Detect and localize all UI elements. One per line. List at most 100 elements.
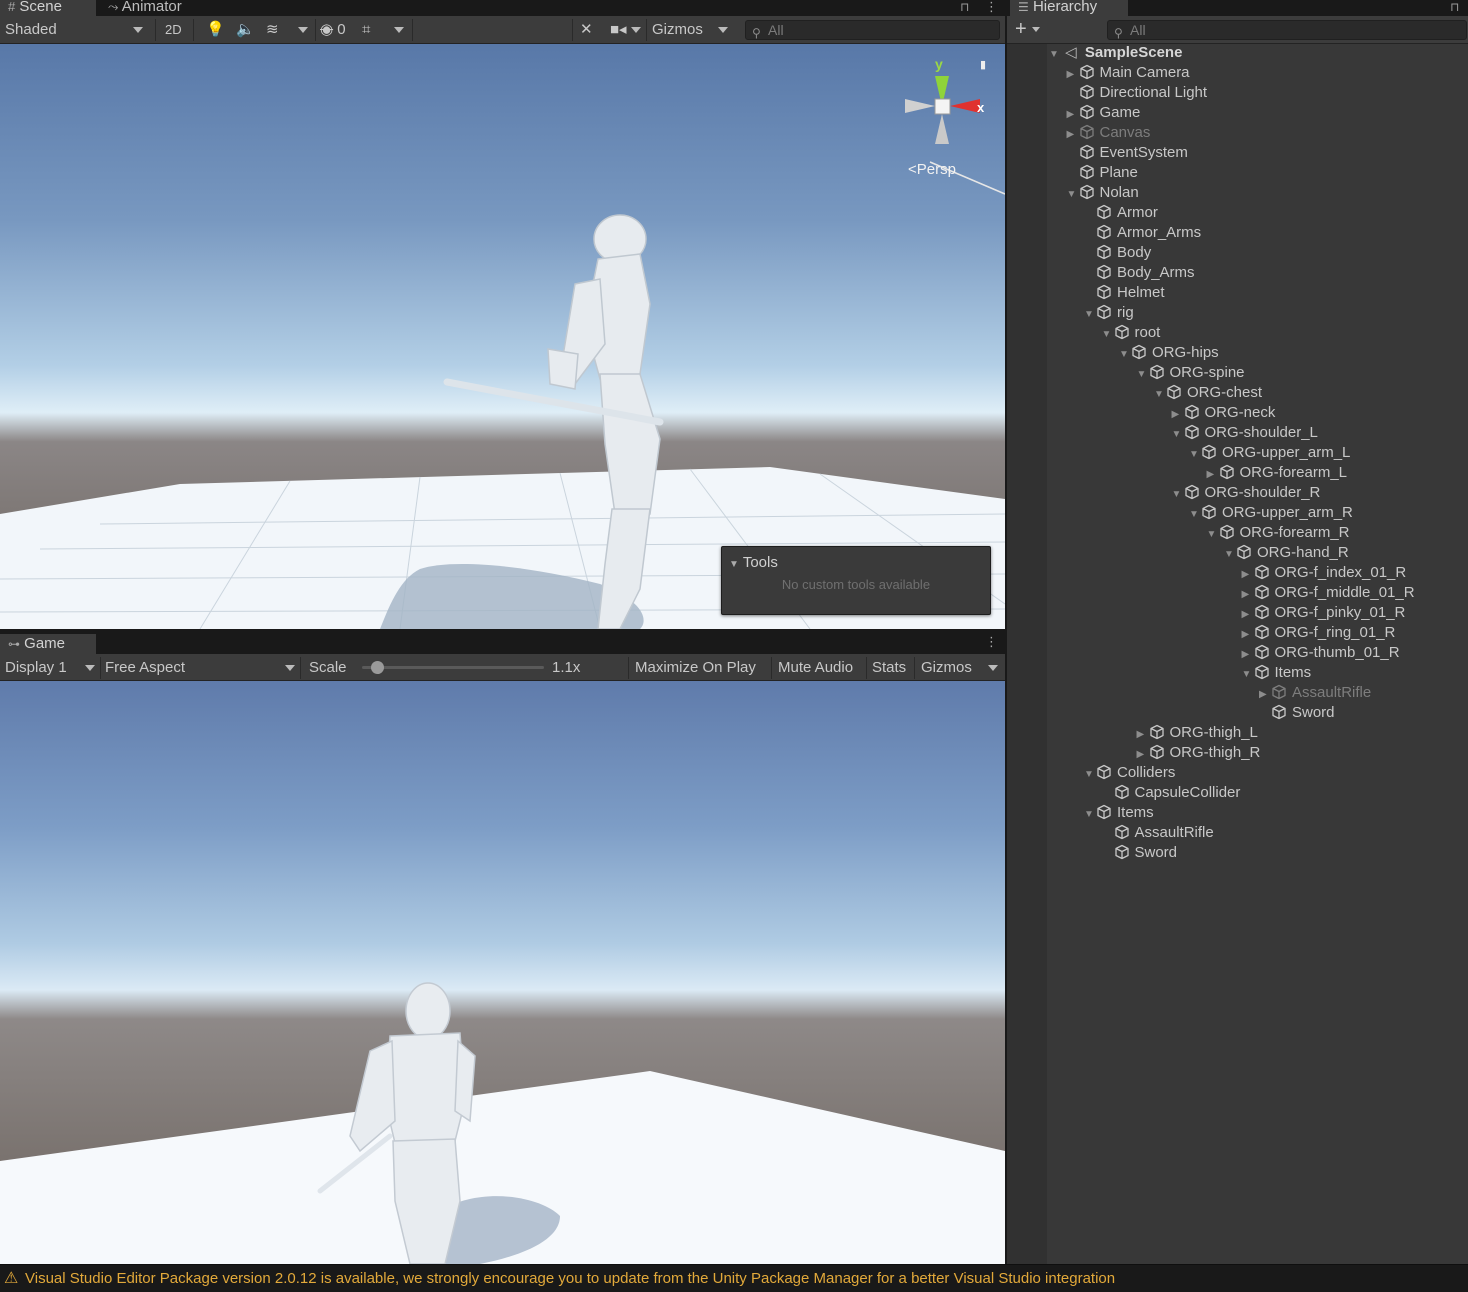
hierarchy-item[interactable]: ▼ ORG-shoulder_L [1172, 423, 1318, 443]
effects-toggle[interactable]: ≋ [266, 16, 279, 43]
scale-slider[interactable] [362, 661, 544, 674]
lock-icon[interactable]: ⊓ [1450, 0, 1459, 14]
hierarchy-item[interactable]: Directional Light [1067, 83, 1207, 103]
hierarchy-item[interactable]: Armor [1084, 203, 1158, 223]
collapse-triangle-icon[interactable]: ▶ [1207, 465, 1219, 485]
hierarchy-item[interactable]: ▼ ORG-upper_arm_L [1189, 443, 1350, 463]
hierarchy-item[interactable]: ▶ ORG-thigh_L [1137, 723, 1258, 743]
expand-triangle-icon[interactable]: ▼ [1172, 485, 1184, 505]
expand-triangle-icon[interactable]: ▼ [1172, 425, 1184, 445]
hierarchy-item[interactable]: Sword [1102, 843, 1177, 863]
hierarchy-item[interactable]: ▼ Items [1242, 663, 1312, 683]
panel-menu-icon[interactable]: ⋮ [985, 634, 998, 650]
projection-toggle[interactable]: <Persp [908, 161, 956, 178]
hierarchy-item[interactable]: ▼ ORG-hips [1119, 343, 1219, 363]
scene-search-input[interactable]: ⚲ All [745, 20, 1000, 40]
expand-triangle-icon[interactable]: ▼ [1049, 45, 1061, 65]
collapse-triangle-icon[interactable]: ▶ [1242, 585, 1254, 605]
game-viewport[interactable] [0, 681, 1005, 1264]
hierarchy-item[interactable]: ▼ root [1102, 323, 1161, 343]
expand-triangle-icon[interactable]: ▼ [1084, 305, 1096, 325]
toggle-2d-button[interactable]: 2D [165, 16, 182, 43]
expand-triangle-icon[interactable]: ▼ [1119, 345, 1131, 365]
display-dropdown[interactable]: Display 1 [5, 654, 97, 681]
hierarchy-item[interactable]: ▶ ORG-f_middle_01_R [1242, 583, 1415, 603]
collapse-triangle-icon[interactable]: ▶ [1067, 125, 1079, 145]
hierarchy-item[interactable]: ▼ Colliders [1084, 763, 1175, 783]
expand-triangle-icon[interactable]: ▼ [1067, 185, 1079, 205]
hierarchy-item[interactable]: ▶ Canvas [1067, 123, 1151, 143]
expand-triangle-icon[interactable]: ▼ [1102, 325, 1114, 345]
shading-mode-dropdown[interactable]: Shaded [5, 16, 147, 43]
status-bar[interactable]: ⚠ Visual Studio Editor Package version 2… [0, 1264, 1468, 1292]
scene-visibility-toggle[interactable]: ◉ 0 [320, 16, 346, 43]
hierarchy-item[interactable]: ▶ ORG-forearm_L [1207, 463, 1348, 483]
tools-overlay-header[interactable]: ▼ Tools [729, 554, 778, 571]
collapse-triangle-icon[interactable]: ▶ [1137, 745, 1149, 765]
effects-dropdown[interactable] [298, 16, 308, 43]
hierarchy-item[interactable]: ▶ ORG-thumb_01_R [1242, 643, 1400, 663]
lock-icon[interactable]: ⊓ [960, 0, 969, 14]
tab-hierarchy[interactable]: ☰ Hierarchy [1010, 0, 1128, 16]
hierarchy-item[interactable]: ▼ ORG-upper_arm_R [1189, 503, 1353, 523]
collapse-triangle-icon[interactable]: ▶ [1259, 685, 1271, 705]
tools-overlay[interactable]: ▼ Tools No custom tools available [721, 546, 991, 615]
hierarchy-item[interactable]: Body_Arms [1084, 263, 1195, 283]
scale-slider-handle[interactable] [371, 661, 385, 674]
collapse-triangle-icon[interactable]: ▶ [1137, 725, 1149, 745]
hierarchy-item[interactable]: CapsuleCollider [1102, 783, 1240, 803]
mute-audio-button[interactable]: Mute Audio [778, 654, 853, 681]
hierarchy-item[interactable]: ▼ ORG-spine [1137, 363, 1245, 383]
expand-triangle-icon[interactable]: ▼ [1207, 525, 1219, 545]
audio-toggle[interactable]: 🔈 [236, 16, 255, 43]
expand-triangle-icon[interactable]: ▼ [1084, 805, 1096, 825]
game-gizmos-dropdown[interactable] [988, 654, 998, 681]
tools-toggle[interactable]: ✕ [580, 16, 593, 43]
tab-scene[interactable]: # Scene [0, 0, 96, 16]
hierarchy-item[interactable]: ▼ ORG-chest [1154, 383, 1262, 403]
collapse-triangle-icon[interactable]: ▶ [1242, 565, 1254, 585]
collapse-triangle-icon[interactable]: ▶ [1242, 645, 1254, 665]
create-button[interactable]: + [1015, 16, 1041, 43]
expand-triangle-icon[interactable]: ▼ [1189, 505, 1201, 525]
hierarchy-item[interactable]: ▶ AssaultRifle [1259, 683, 1371, 703]
collapse-triangle-icon[interactable]: ▶ [1172, 405, 1184, 425]
hierarchy-item[interactable]: ▼ rig [1084, 303, 1134, 323]
hierarchy-item[interactable]: ▼ ORG-hand_R [1224, 543, 1349, 563]
hierarchy-item[interactable]: AssaultRifle [1102, 823, 1214, 843]
collapse-triangle-icon[interactable]: ▶ [1242, 625, 1254, 645]
tab-game[interactable]: ⊶ Game [0, 634, 96, 654]
tab-animator[interactable]: ⤳ Animator [100, 0, 190, 16]
aspect-dropdown[interactable]: Free Aspect [105, 654, 297, 681]
hierarchy-item[interactable]: Plane [1067, 163, 1138, 183]
hierarchy-item[interactable]: ▶ ORG-f_ring_01_R [1242, 623, 1396, 643]
collapse-triangle-icon[interactable]: ▶ [1067, 105, 1079, 125]
hierarchy-item[interactable]: EventSystem [1067, 143, 1188, 163]
gizmos-button[interactable]: Gizmos [652, 16, 703, 43]
camera-dropdown[interactable]: ■◂ [610, 16, 641, 43]
hierarchy-search-input[interactable]: ⚲ All [1107, 20, 1467, 40]
gizmos-dropdown[interactable] [718, 16, 728, 43]
game-gizmos-button[interactable]: Gizmos [921, 654, 972, 681]
stats-button[interactable]: Stats [872, 654, 906, 681]
hierarchy-item[interactable]: Armor_Arms [1084, 223, 1201, 243]
expand-triangle-icon[interactable]: ▼ [1189, 445, 1201, 465]
scene-viewport[interactable]: y x ▮ <Persp [0, 44, 1005, 629]
expand-triangle-icon[interactable]: ▼ [1084, 765, 1096, 785]
collapse-triangle-icon[interactable]: ▶ [1067, 65, 1079, 85]
hierarchy-item[interactable]: ▼ ORG-shoulder_R [1172, 483, 1321, 503]
hierarchy-item[interactable]: ▶ ORG-neck [1172, 403, 1276, 423]
grid-dropdown[interactable] [394, 16, 404, 43]
lighting-toggle[interactable]: 💡 [206, 16, 225, 43]
maximize-on-play-button[interactable]: Maximize On Play [635, 654, 756, 681]
hierarchy-item[interactable]: Sword [1259, 703, 1335, 723]
grid-toggle[interactable]: ⌗ [362, 16, 370, 43]
hierarchy-item[interactable]: Helmet [1084, 283, 1165, 303]
expand-triangle-icon[interactable]: ▼ [1242, 665, 1254, 685]
expand-triangle-icon[interactable]: ▼ [1137, 365, 1149, 385]
hierarchy-item[interactable]: ▶ Game [1067, 103, 1141, 123]
hierarchy-item[interactable]: ▼ Nolan [1067, 183, 1139, 203]
hierarchy-item[interactable]: Body [1084, 243, 1151, 263]
collapse-triangle-icon[interactable]: ▶ [1242, 605, 1254, 625]
expand-triangle-icon[interactable]: ▼ [1154, 385, 1166, 405]
